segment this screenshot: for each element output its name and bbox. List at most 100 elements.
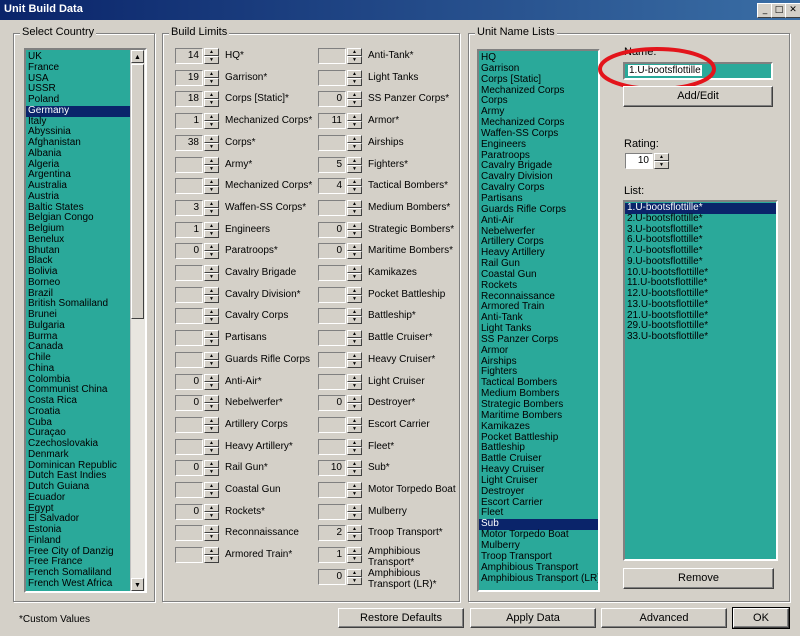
build-limit-input[interactable]: [318, 330, 346, 347]
spin-down-icon[interactable]: ▼: [204, 446, 219, 455]
spin-up-icon[interactable]: ▲: [347, 199, 362, 208]
spin-down-icon[interactable]: ▼: [204, 316, 219, 325]
build-limit-input[interactable]: 0: [318, 568, 346, 585]
spin-down-icon[interactable]: ▼: [347, 99, 362, 108]
spin-up-icon[interactable]: ▲: [204, 460, 219, 469]
build-limit-spinner[interactable]: ▲ ▼: [204, 308, 219, 325]
spin-down-icon[interactable]: ▼: [204, 490, 219, 498]
build-limit-spinner[interactable]: ▲ ▼: [204, 199, 219, 216]
spin-up-icon[interactable]: ▲: [347, 395, 362, 404]
spin-up-icon[interactable]: ▲: [204, 308, 219, 317]
build-limit-input[interactable]: 10: [318, 460, 346, 477]
spin-up-icon[interactable]: ▲: [204, 286, 219, 295]
build-limit-spinner[interactable]: ▲ ▼: [347, 156, 362, 173]
build-limit-spinner[interactable]: ▲ ▼: [204, 221, 219, 238]
spin-down-icon[interactable]: ▼: [347, 251, 362, 260]
spin-up-icon[interactable]: ▲: [347, 416, 362, 425]
spin-up-icon[interactable]: ▲: [347, 221, 362, 230]
spin-down-icon[interactable]: ▼: [347, 576, 362, 585]
spin-up-icon[interactable]: ▲: [204, 482, 219, 490]
build-limit-input[interactable]: 0: [318, 91, 346, 108]
build-limit-spinner[interactable]: ▲ ▼: [204, 178, 219, 195]
build-limit-input[interactable]: [318, 69, 346, 86]
build-limit-spinner[interactable]: ▲ ▼: [204, 373, 219, 390]
spin-up-icon[interactable]: ▲: [204, 113, 219, 122]
spin-down-icon[interactable]: ▼: [204, 403, 219, 412]
build-limit-spinner[interactable]: ▲ ▼: [347, 221, 362, 238]
spin-down-icon[interactable]: ▼: [204, 511, 219, 520]
spin-down-icon[interactable]: ▼: [347, 338, 362, 347]
spin-down-icon[interactable]: ▼: [347, 424, 362, 433]
country-list-item[interactable]: Borneo: [26, 277, 131, 289]
spin-up-icon[interactable]: ▲: [347, 134, 362, 143]
build-limit-spinner[interactable]: ▲ ▼: [204, 438, 219, 455]
build-limit-input[interactable]: 0: [175, 395, 203, 412]
spin-down-icon[interactable]: ▼: [204, 99, 219, 108]
build-limit-input[interactable]: 0: [175, 243, 203, 260]
build-limit-input[interactable]: [175, 265, 203, 281]
spin-up-icon[interactable]: ▲: [204, 525, 219, 534]
unit-type-list-item[interactable]: Rockets: [479, 280, 598, 292]
spin-up-icon[interactable]: ▲: [347, 69, 362, 78]
spin-down-icon[interactable]: ▼: [204, 164, 219, 173]
unit-type-list-item[interactable]: Kamikazes: [479, 421, 598, 433]
build-limit-spinner[interactable]: ▲ ▼: [347, 113, 362, 130]
build-limit-input[interactable]: [318, 308, 346, 325]
spin-down-icon[interactable]: ▼: [347, 56, 362, 64]
build-limit-input[interactable]: [318, 373, 346, 390]
spin-down-icon[interactable]: ▼: [347, 142, 362, 151]
spin-down-icon[interactable]: ▼: [204, 229, 219, 238]
country-list-item[interactable]: Croatia: [26, 406, 131, 418]
build-limit-input[interactable]: 4: [318, 178, 346, 195]
spin-down-icon[interactable]: ▼: [347, 273, 362, 281]
build-limit-spinner[interactable]: ▲ ▼: [347, 460, 362, 477]
build-limit-spinner[interactable]: ▲ ▼: [347, 568, 362, 585]
spin-up-icon[interactable]: ▲: [204, 156, 219, 165]
build-limit-spinner[interactable]: ▲ ▼: [204, 286, 219, 303]
spin-down-icon[interactable]: ▼: [204, 468, 219, 477]
spin-down-icon[interactable]: ▼: [204, 142, 219, 151]
country-list-item[interactable]: Austria: [26, 191, 131, 203]
spin-up-icon[interactable]: ▲: [654, 153, 669, 161]
build-limit-spinner[interactable]: ▲ ▼: [204, 416, 219, 433]
spin-up-icon[interactable]: ▲: [347, 286, 362, 295]
spin-up-icon[interactable]: ▲: [347, 373, 362, 382]
build-limit-spinner[interactable]: ▲ ▼: [347, 330, 362, 347]
spin-up-icon[interactable]: ▲: [347, 438, 362, 447]
spin-down-icon[interactable]: ▼: [204, 56, 219, 64]
build-limit-spinner[interactable]: ▲ ▼: [347, 482, 362, 498]
apply-data-button[interactable]: Apply Data: [470, 608, 596, 628]
build-limit-input[interactable]: 18: [175, 91, 203, 108]
build-limit-spinner[interactable]: ▲ ▼: [347, 91, 362, 108]
unit-type-list-item[interactable]: Destroyer: [479, 486, 598, 498]
build-limit-spinner[interactable]: ▲ ▼: [347, 243, 362, 260]
spin-up-icon[interactable]: ▲: [204, 178, 219, 187]
add-edit-button[interactable]: Add/Edit: [623, 86, 773, 107]
spin-up-icon[interactable]: ▲: [347, 178, 362, 187]
spin-up-icon[interactable]: ▲: [204, 395, 219, 404]
unit-type-list-item[interactable]: Armor: [479, 345, 598, 357]
build-limit-spinner[interactable]: ▲ ▼: [204, 48, 219, 64]
spin-down-icon[interactable]: ▼: [347, 490, 362, 498]
build-limit-input[interactable]: 0: [175, 460, 203, 477]
unit-name-list[interactable]: 1.U-bootsflottille* 2.U-bootsflottille* 3.…: [623, 200, 778, 561]
spin-down-icon[interactable]: ▼: [654, 161, 669, 169]
close-icon[interactable]: ✕: [785, 3, 800, 18]
build-limit-spinner[interactable]: ▲ ▼: [204, 395, 219, 412]
spin-up-icon[interactable]: ▲: [347, 547, 362, 556]
build-limit-input[interactable]: [175, 438, 203, 455]
build-limit-input[interactable]: [318, 134, 346, 151]
build-limit-input[interactable]: 2: [318, 525, 346, 542]
country-list-item[interactable]: China: [26, 363, 131, 375]
build-limit-input[interactable]: 14: [175, 48, 203, 64]
build-limit-input[interactable]: 5: [318, 156, 346, 173]
spin-up-icon[interactable]: ▲: [204, 330, 219, 339]
spin-down-icon[interactable]: ▼: [347, 164, 362, 173]
spin-up-icon[interactable]: ▲: [204, 416, 219, 425]
build-limit-input[interactable]: 19: [175, 69, 203, 86]
build-limit-input[interactable]: 1: [318, 547, 346, 564]
build-limit-spinner[interactable]: ▲ ▼: [204, 156, 219, 173]
unit-name-list-item[interactable]: 33.U-bootsflottille*: [625, 331, 776, 343]
spin-down-icon[interactable]: ▼: [347, 468, 362, 477]
build-limit-input[interactable]: 0: [318, 395, 346, 412]
